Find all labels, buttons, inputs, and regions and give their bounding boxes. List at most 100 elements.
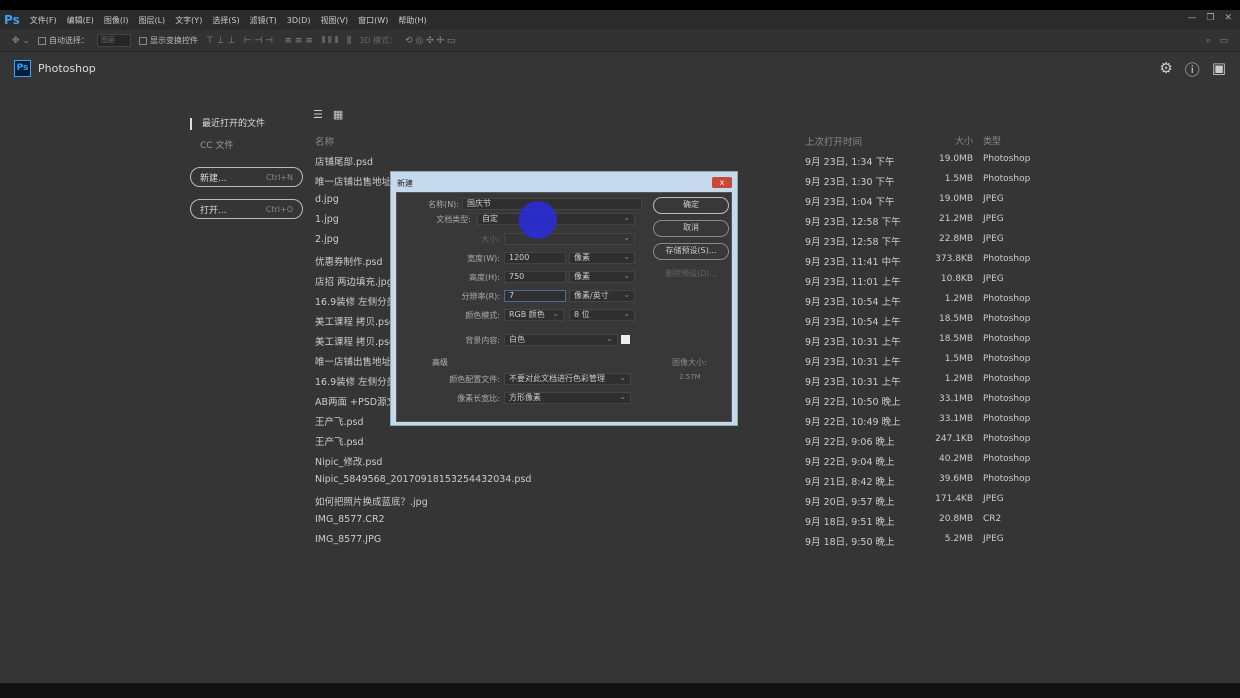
resolution-unit-dropdown[interactable]: 像素/英寸 [569, 290, 635, 302]
file-name: 唯一店铺出售地址 [315, 357, 392, 368]
file-date: 9月 23日, 12:58 下午 [805, 217, 901, 228]
cancel-button[interactable]: 取消 [653, 220, 729, 237]
background-label: 背景内容: [465, 336, 500, 345]
menu-edit[interactable]: 编辑(E) [67, 15, 94, 26]
close-icon[interactable]: ✕ [1224, 13, 1232, 23]
resolution-input[interactable]: 7 [504, 290, 566, 302]
advanced-toggle[interactable]: 高级 [432, 357, 448, 368]
list-view-icon[interactable]: ☰ [313, 108, 323, 121]
file-date: 9月 23日, 10:31 上午 [805, 337, 901, 348]
file-name: 16.9装修 左侧分类 [315, 377, 397, 388]
file-name: 店铺尾部.psd [315, 157, 374, 168]
file-row[interactable]: Nipic_修改.psd 9月 22日, 9:04 晚上 40.2MB Photosh… [313, 450, 1033, 470]
menu-bar: Ps 文件(F) 编辑(E) 图像(I) 图层(L) 文字(Y) 选择(S) 滤… [0, 10, 1240, 30]
move-tool-icon[interactable]: ✥ ⌄ [12, 36, 30, 46]
file-date: 9月 23日, 1:30 下午 [805, 177, 895, 188]
col-type[interactable]: 类型 [983, 134, 1001, 147]
file-size: 171.4KB [935, 494, 973, 504]
menu-image[interactable]: 图像(I) [104, 15, 129, 26]
menu-file[interactable]: 文件(F) [30, 15, 57, 26]
auto-select-checkbox[interactable]: 自动选择： [37, 35, 89, 46]
save-preset-button[interactable]: 存储预设(S)... [653, 243, 729, 260]
height-unit-dropdown[interactable]: 像素 [569, 271, 635, 283]
show-transform-checkbox[interactable]: 显示变换控件 [138, 35, 198, 46]
align-icons[interactable]: ⊤ ⊥ ⊥ ⊢ ⊣ ⊣ ≡ ≡ ≡ ⫴ ⫴ ⫴ ⫼ [206, 36, 351, 46]
file-size: 33.1MB [939, 414, 973, 424]
pixel-aspect-dropdown[interactable]: 方形像素 [504, 392, 631, 404]
width-unit-dropdown[interactable]: 像素 [569, 252, 635, 264]
file-date: 9月 22日, 10:50 晚上 [805, 397, 901, 408]
3d-tool-icons[interactable]: ⟲ ◎ ✣ ✢ ▭ [405, 36, 455, 46]
menu-filter[interactable]: 滤镜(T) [250, 15, 277, 26]
file-row[interactable]: 王产飞.psd 9月 22日, 9:06 晚上 247.1KB Photoshop [313, 430, 1033, 450]
file-size: 19.0MB [939, 194, 973, 204]
file-type: Photoshop [983, 354, 1031, 364]
menu-3d[interactable]: 3D(D) [287, 16, 311, 25]
file-date: 9月 23日, 1:34 下午 [805, 157, 895, 168]
file-type: Photoshop [983, 374, 1031, 384]
open-button[interactable]: 打开... Ctrl+O [190, 199, 303, 219]
bit-depth-dropdown[interactable]: 8 位 [569, 309, 635, 321]
ok-button[interactable]: 确定 [653, 197, 729, 214]
new-button[interactable]: 新建... Ctrl+N [190, 167, 303, 187]
new-document-dialog: 新建 x 名称(N): 国庆节 文档类型: 自定 大小: 宽度(W): 1200… [390, 171, 738, 426]
background-color-swatch[interactable] [621, 335, 630, 344]
file-row[interactable]: 店铺尾部.psd 9月 23日, 1:34 下午 19.0MB Photoshop [313, 150, 1033, 170]
file-name: 王产飞.psd [315, 437, 364, 448]
menu-view[interactable]: 视图(V) [320, 15, 348, 26]
file-row[interactable]: 如何把照片换成蓝底？.jpg 9月 20日, 9:57 晚上 171.4KB JPEG [313, 490, 1033, 510]
menu-help[interactable]: 帮助(H) [398, 15, 426, 26]
user-icon[interactable]: ▣ [1212, 59, 1226, 80]
auto-select-dropdown[interactable]: 图层 [96, 34, 131, 47]
col-size[interactable]: 大小 [955, 134, 973, 147]
file-type: Photoshop [983, 394, 1031, 404]
file-date: 9月 23日, 11:01 上午 [805, 277, 901, 288]
file-type: Photoshop [983, 434, 1031, 444]
size-label: 大小: [481, 235, 500, 244]
menu-type[interactable]: 文字(Y) [175, 15, 202, 26]
sidebar-cc-files[interactable]: CC 文件 [190, 138, 303, 151]
file-size: 22.8MB [939, 234, 973, 244]
col-date[interactable]: 上次打开时间 [805, 134, 862, 148]
search-workspace-icons[interactable]: ⌕ ▭ [1206, 36, 1228, 46]
file-name: IMG_8577.JPG [315, 534, 382, 545]
image-size-label: 图像大小: [672, 358, 707, 367]
minimize-icon[interactable]: — [1187, 13, 1196, 23]
ps-logo: Ps [4, 13, 20, 27]
file-row[interactable]: IMG_8577.JPG 9月 18日, 9:50 晚上 5.2MB JPEG [313, 530, 1033, 550]
file-row[interactable]: Nipic_5849568_20170918153254432034.psd 9月… [313, 470, 1033, 490]
background-dropdown[interactable]: 白色 [504, 334, 618, 346]
gear-icon[interactable]: ⚙ [1159, 59, 1172, 80]
file-type: JPEG [983, 234, 1004, 244]
color-profile-dropdown[interactable]: 不要对此文档进行色彩管理 [504, 373, 631, 385]
file-type: JPEG [983, 194, 1004, 204]
col-name[interactable]: 名称 [315, 134, 334, 148]
resolution-label: 分辨率(R): [461, 292, 501, 301]
dialog-close-button[interactable]: x [712, 177, 732, 188]
file-size: 5.2MB [944, 534, 973, 544]
file-size: 1.5MB [944, 174, 973, 184]
height-input[interactable]: 750 [504, 271, 566, 283]
file-size: 40.2MB [939, 454, 973, 464]
file-row[interactable]: IMG_8577.CR2 9月 18日, 9:51 晚上 20.8MB CR2 [313, 510, 1033, 530]
help-icon[interactable]: ⓘ [1185, 59, 1200, 80]
options-bar: ✥ ⌄ 自动选择： 图层 显示变换控件 ⊤ ⊥ ⊥ ⊢ ⊣ ⊣ ≡ ≡ ≡ ⫴ … [0, 30, 1240, 52]
file-type: JPEG [983, 274, 1004, 284]
file-name: Nipic_5849568_20170918153254432034.psd [315, 474, 532, 485]
delete-preset-button: 删除预设(D)... [664, 269, 718, 278]
file-date: 9月 22日, 10:49 晚上 [805, 417, 901, 428]
sidebar-recent-files[interactable]: 最近打开的文件 [190, 118, 303, 130]
file-name: 1.jpg [315, 214, 339, 225]
image-size-value: 2.57M [679, 373, 701, 381]
width-input[interactable]: 1200 [504, 252, 566, 264]
menu-select[interactable]: 选择(S) [212, 15, 239, 26]
file-name: 店招 两边填充.jpg [315, 277, 393, 288]
height-label: 高度(H): [469, 273, 500, 282]
file-size: 33.1MB [939, 394, 973, 404]
grid-view-icon[interactable]: ▦ [333, 108, 343, 121]
menu-window[interactable]: 窗口(W) [358, 15, 388, 26]
file-type: Photoshop [983, 454, 1031, 464]
restore-icon[interactable]: ❐ [1206, 13, 1214, 23]
menu-layer[interactable]: 图层(L) [138, 15, 165, 26]
color-mode-dropdown[interactable]: RGB 颜色 [504, 309, 564, 321]
